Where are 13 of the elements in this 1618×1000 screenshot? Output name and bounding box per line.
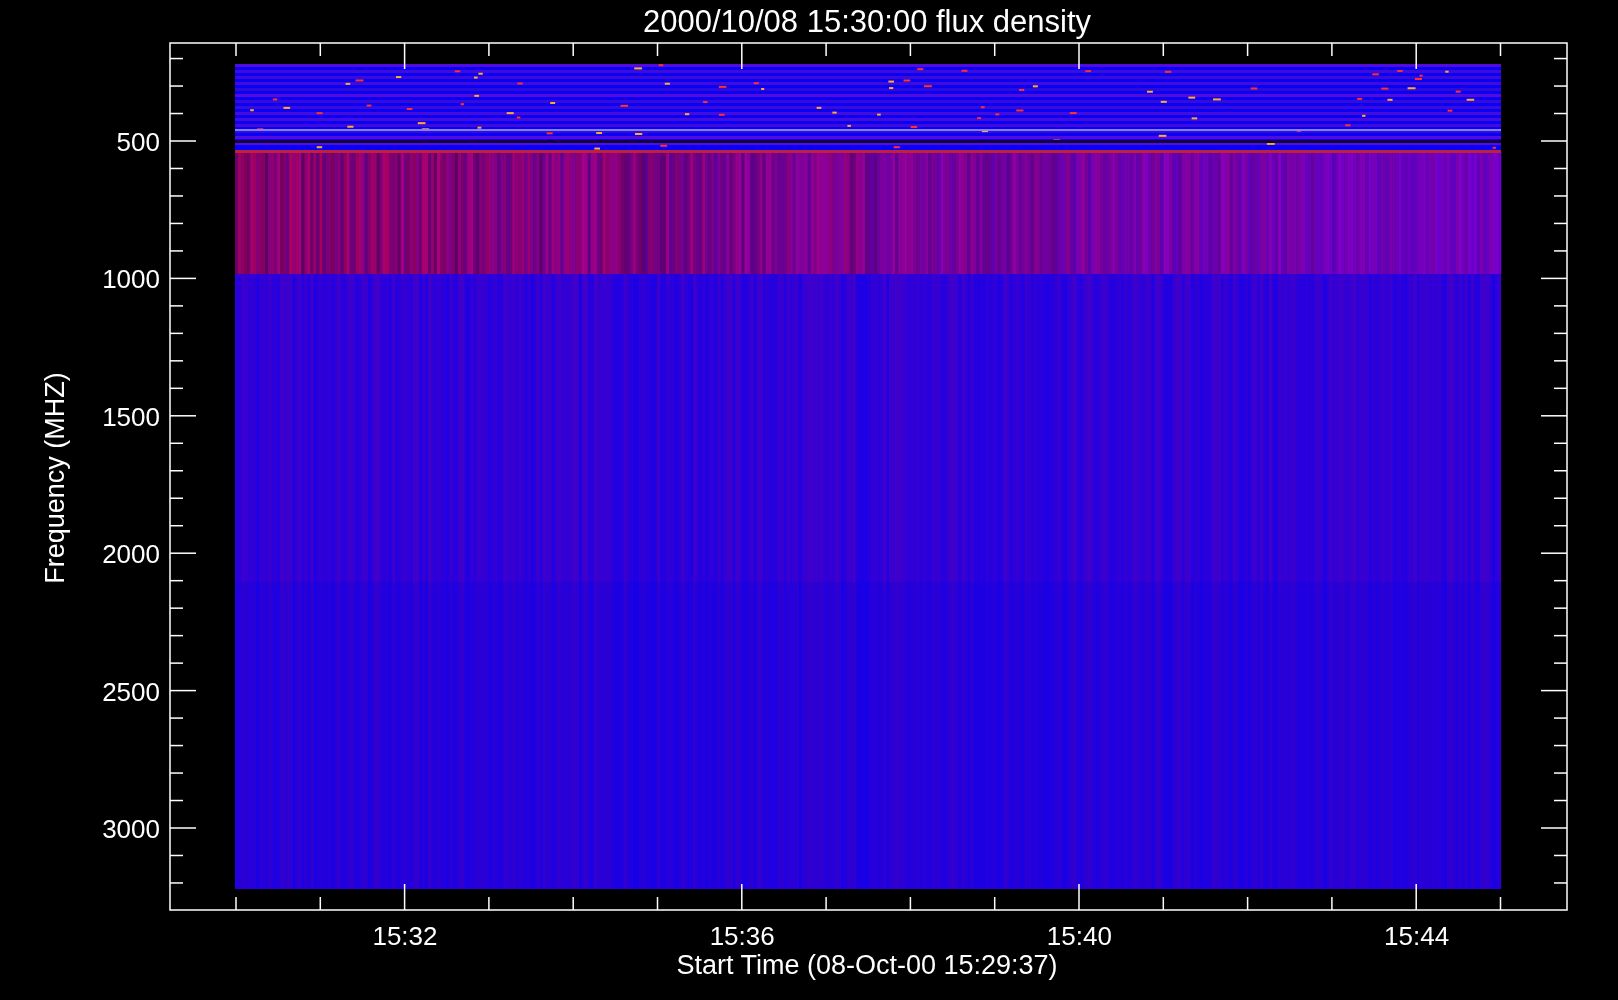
- y-tick-label: 3000: [102, 814, 160, 844]
- x-tick-label: 15:32: [372, 921, 438, 951]
- x-axis-label: Start Time (08-Oct-00 15:29:37): [676, 950, 1058, 980]
- y-tick-label: 1500: [102, 401, 160, 432]
- y-tick-label: 1000: [102, 264, 160, 295]
- y-axis-label: Frequency (MHZ): [40, 372, 70, 584]
- x-tick-label: 15:40: [1046, 921, 1112, 951]
- x-tick-label: 15:36: [709, 921, 775, 951]
- y-tick-label: 2000: [102, 539, 160, 570]
- x-tick-label: 15:44: [1384, 921, 1450, 951]
- y-tick-label: 500: [116, 127, 160, 157]
- y-tick-label: 2500: [102, 676, 160, 707]
- chart-title: 2000/10/08 15:30:00 flux density: [642, 4, 1092, 39]
